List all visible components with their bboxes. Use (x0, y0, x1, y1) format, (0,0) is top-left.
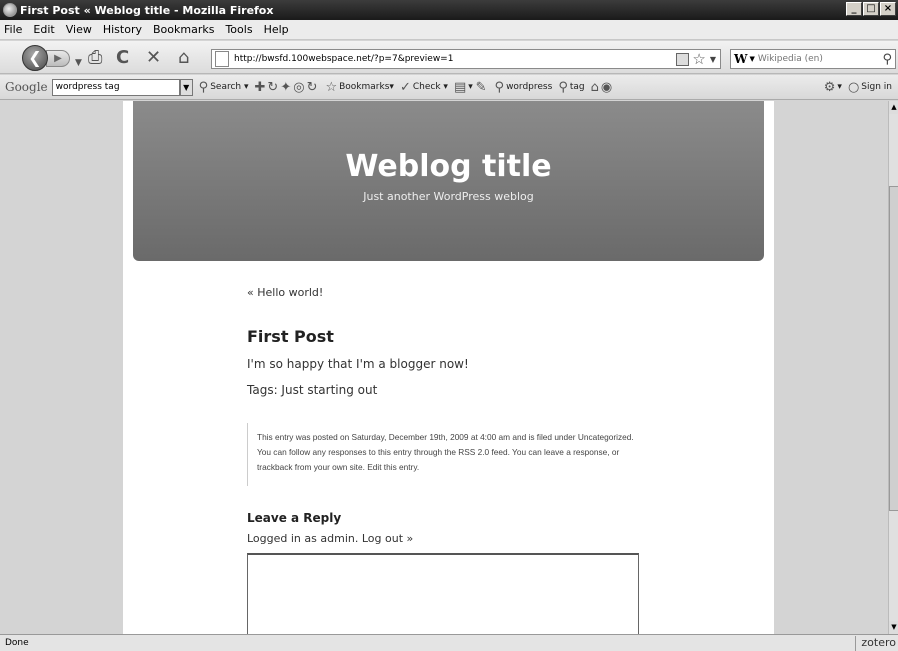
vertical-scrollbar[interactable]: ▲ ▼ (888, 101, 898, 634)
url-text[interactable]: http://bwsfd.100webspace.net/?p=7&previe… (234, 54, 676, 64)
page-viewport: Weblog title Just another WordPress webl… (0, 101, 888, 634)
google-extra-tools[interactable]: ✚ ↻ ✦ ◎ ↻ (255, 80, 320, 95)
menu-history[interactable]: History (103, 23, 142, 36)
tag-tag-label: tag (569, 82, 585, 92)
arrow-box-icon: ▤ (453, 79, 467, 95)
spiral2-icon: ↻ (306, 79, 318, 95)
spellcheck-icon: ✓ (399, 79, 411, 95)
minimize-button[interactable]: _ (846, 2, 862, 16)
firefox-icon (3, 3, 17, 17)
google-check-label: Check (412, 82, 441, 92)
google-search-label: Search (210, 82, 242, 92)
post-body: I'm so happy that I'm a blogger now! (247, 357, 469, 371)
google-search-input[interactable] (51, 78, 180, 96)
print-icon[interactable]: ⎙ (88, 48, 102, 68)
pen-icon: ✎ (475, 79, 487, 95)
star-icon: ☆ (325, 79, 338, 95)
logout-link[interactable]: Log out » (362, 532, 413, 545)
reload-icon[interactable]: C (116, 48, 129, 68)
url-dropdown-icon[interactable]: ▼ (710, 55, 716, 64)
wikipedia-engine-icon[interactable]: W (734, 52, 747, 66)
blog-title[interactable]: Weblog title (133, 149, 764, 184)
menu-edit[interactable]: Edit (33, 23, 54, 36)
google-tag-wordpress[interactable]: ⚲ wordpress (495, 80, 553, 95)
google-tools[interactable]: ▤ ▾ ✎ (454, 80, 489, 95)
admin-link[interactable]: admin. (320, 532, 358, 545)
google-settings[interactable]: ⚙ ▾ (824, 80, 842, 95)
google-bookmarks-button[interactable]: ☆ Bookmarks ▾ (325, 80, 393, 95)
comment-textarea[interactable] (247, 553, 639, 634)
google-check-button[interactable]: ✓ Check ▾ (400, 80, 448, 95)
google-signin[interactable]: ○ Sign in (848, 80, 892, 95)
google-search-icon: ⚲ (198, 79, 209, 95)
history-dropdown-icon[interactable]: ▼ (75, 53, 82, 73)
stamp-icon: ◎ (293, 79, 305, 95)
google-search-button[interactable]: ⚲ Search ▾ (199, 80, 249, 95)
forward-button[interactable]: ▶ (46, 50, 70, 67)
menu-file[interactable]: File (4, 23, 22, 36)
post-tags: Tags: Just starting out (247, 383, 378, 397)
status-text: Done (5, 638, 29, 648)
find2-icon: ⚲ (558, 79, 568, 95)
maximize-button[interactable]: □ (863, 2, 879, 16)
page-icon (215, 51, 229, 67)
google-dropdown-icon[interactable]: ▼ (179, 78, 193, 96)
spiral-icon: ↻ (267, 79, 279, 95)
signin-label: Sign in (861, 82, 892, 92)
stop-icon[interactable]: ✕ (146, 48, 161, 68)
puzzle-icon: ✦ (280, 79, 292, 95)
google-logo: Google (5, 80, 48, 94)
window-title: First Post « Weblog title - Mozilla Fire… (20, 3, 274, 17)
engine-dropdown-icon[interactable]: ▼ (749, 55, 754, 63)
bookmark-star-icon[interactable]: ☆ (692, 50, 705, 68)
menu-help[interactable]: Help (264, 23, 289, 36)
url-bar[interactable]: http://bwsfd.100webspace.net/?p=7&previe… (211, 49, 721, 69)
navigation-toolbar: ▶ ❮ ▼ ⎙ C ✕ ⌂ http://bwsfd.100webspace.n… (0, 41, 898, 74)
home-icon[interactable]: ⌂ (178, 48, 189, 68)
bubble-icon: ◉ (600, 79, 613, 95)
rss-feed-icon[interactable] (676, 52, 690, 66)
search-bar[interactable]: W ▼ ⚲ (730, 49, 896, 69)
search-input[interactable] (757, 54, 858, 64)
blog-header: Weblog title Just another WordPress webl… (133, 101, 764, 261)
menu-bar: File Edit View History Bookmarks Tools H… (0, 20, 898, 40)
menu-view[interactable]: View (66, 23, 92, 36)
leave-reply-heading: Leave a Reply (247, 511, 342, 525)
close-button[interactable]: × (880, 2, 896, 16)
status-bar: Done zotero (0, 634, 898, 651)
scroll-up-icon[interactable]: ▲ (889, 101, 898, 114)
find-icon: ⚲ (494, 79, 505, 95)
window-controls: _ □ × (846, 2, 896, 16)
house-icon: ⌂ (590, 79, 599, 95)
blog-page: Weblog title Just another WordPress webl… (123, 101, 774, 634)
menu-bookmarks[interactable]: Bookmarks (153, 23, 214, 36)
post-title: First Post (247, 327, 334, 346)
previous-post-link[interactable]: « Hello world! (247, 286, 647, 299)
plus-icon: ✚ (254, 79, 266, 95)
google-home-icon[interactable]: ⌂ ◉ (591, 80, 615, 95)
google-bookmarks-label: Bookmarks (339, 82, 390, 92)
post-metadata: This entry was posted on Saturday, Decem… (247, 423, 639, 486)
wrench-icon: ⚙ (823, 79, 836, 95)
zotero-button[interactable]: zotero (855, 636, 898, 651)
google-toolbar: Google ▼ ⚲Search ▾ ✚↻✦◎↻ ☆Bookmarks▾ ✓Ch… (0, 75, 898, 100)
logged-in-line: Logged in as admin. Log out » (247, 532, 647, 545)
logged-in-prefix: Logged in as (247, 532, 317, 545)
blog-tagline: Just another WordPress weblog (363, 190, 534, 203)
window-titlebar: First Post « Weblog title - Mozilla Fire… (0, 0, 898, 20)
back-button[interactable]: ❮ (22, 45, 48, 71)
signin-circle-icon: ○ (847, 79, 860, 95)
menu-tools[interactable]: Tools (225, 23, 252, 36)
google-tag-tag[interactable]: ⚲ tag (558, 80, 584, 95)
scroll-thumb[interactable] (889, 186, 898, 511)
scroll-down-icon[interactable]: ▼ (889, 621, 898, 634)
tag-wordpress-label: wordpress (506, 82, 553, 92)
search-magnifier-icon[interactable]: ⚲ (882, 52, 892, 67)
